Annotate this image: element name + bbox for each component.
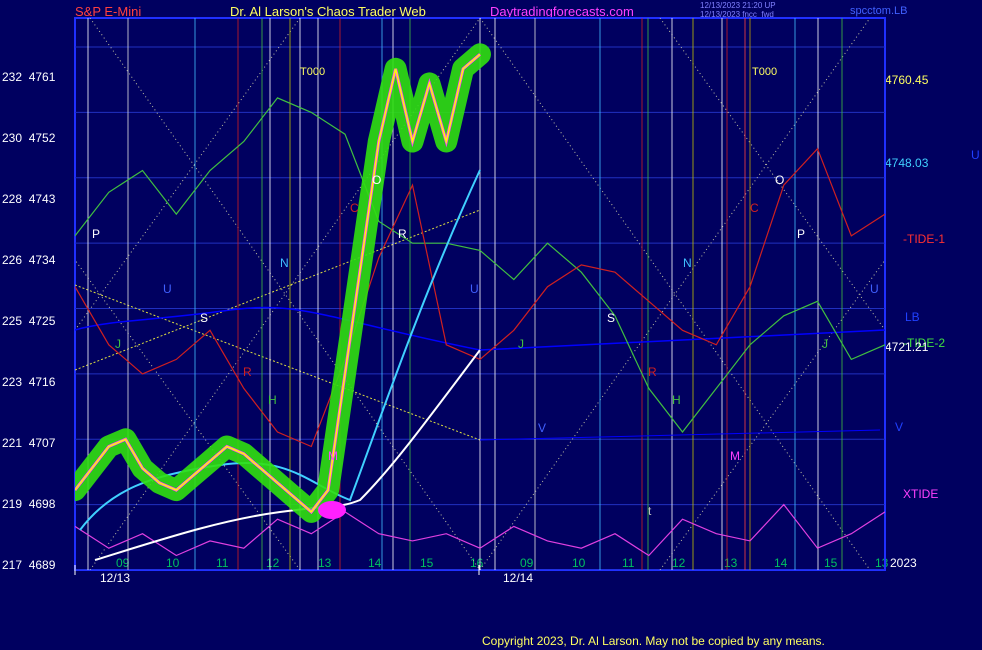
phase-letter: R — [398, 227, 407, 241]
white-average — [94, 349, 481, 561]
phase-letter: M — [730, 449, 740, 463]
cycle-diagonal — [479, 18, 871, 570]
phase-letter: R — [243, 365, 252, 379]
phase-letter: U — [163, 282, 172, 296]
phase-letter: S — [200, 311, 208, 325]
trend-line — [75, 209, 481, 371]
time-marker: T000 — [752, 66, 777, 78]
phase-letter: C — [750, 201, 759, 215]
phase-letter: P — [797, 227, 805, 241]
phase-letter: H — [268, 393, 277, 407]
phase-letter: N — [280, 256, 289, 270]
low-highlight — [318, 501, 346, 519]
price-chart: PUJSRHNMOCRUJSRHNMOCPUJVtT000 T000 — [74, 17, 886, 575]
phase-letter: O — [775, 173, 784, 187]
cycle-diagonal — [75, 18, 301, 331]
phase-letter: O — [372, 173, 381, 187]
phase-letter: C — [350, 201, 359, 215]
phase-letter: H — [672, 393, 681, 407]
phase-letter: S — [607, 311, 615, 325]
chart-root: { "header": { "symbol": "S&P E-Mini", "a… — [0, 0, 982, 650]
cycle-diagonal — [479, 18, 871, 570]
phase-letter: J — [115, 337, 121, 351]
phase-letter: J — [822, 337, 828, 351]
phase-letter: P — [92, 227, 100, 241]
phase-letter: M — [328, 449, 338, 463]
phase-letter: U — [870, 282, 879, 296]
phase-letter: N — [683, 256, 692, 270]
time-marker: T000 — [300, 66, 325, 78]
phase-letter: J — [518, 337, 524, 351]
phase-letter: U — [470, 282, 479, 296]
phase-letter: R — [648, 365, 657, 379]
phase-letter: V — [538, 421, 546, 435]
cycle-diagonal — [75, 259, 301, 570]
cycle-diagonal — [659, 18, 885, 331]
phase-letter: t — [648, 504, 652, 518]
